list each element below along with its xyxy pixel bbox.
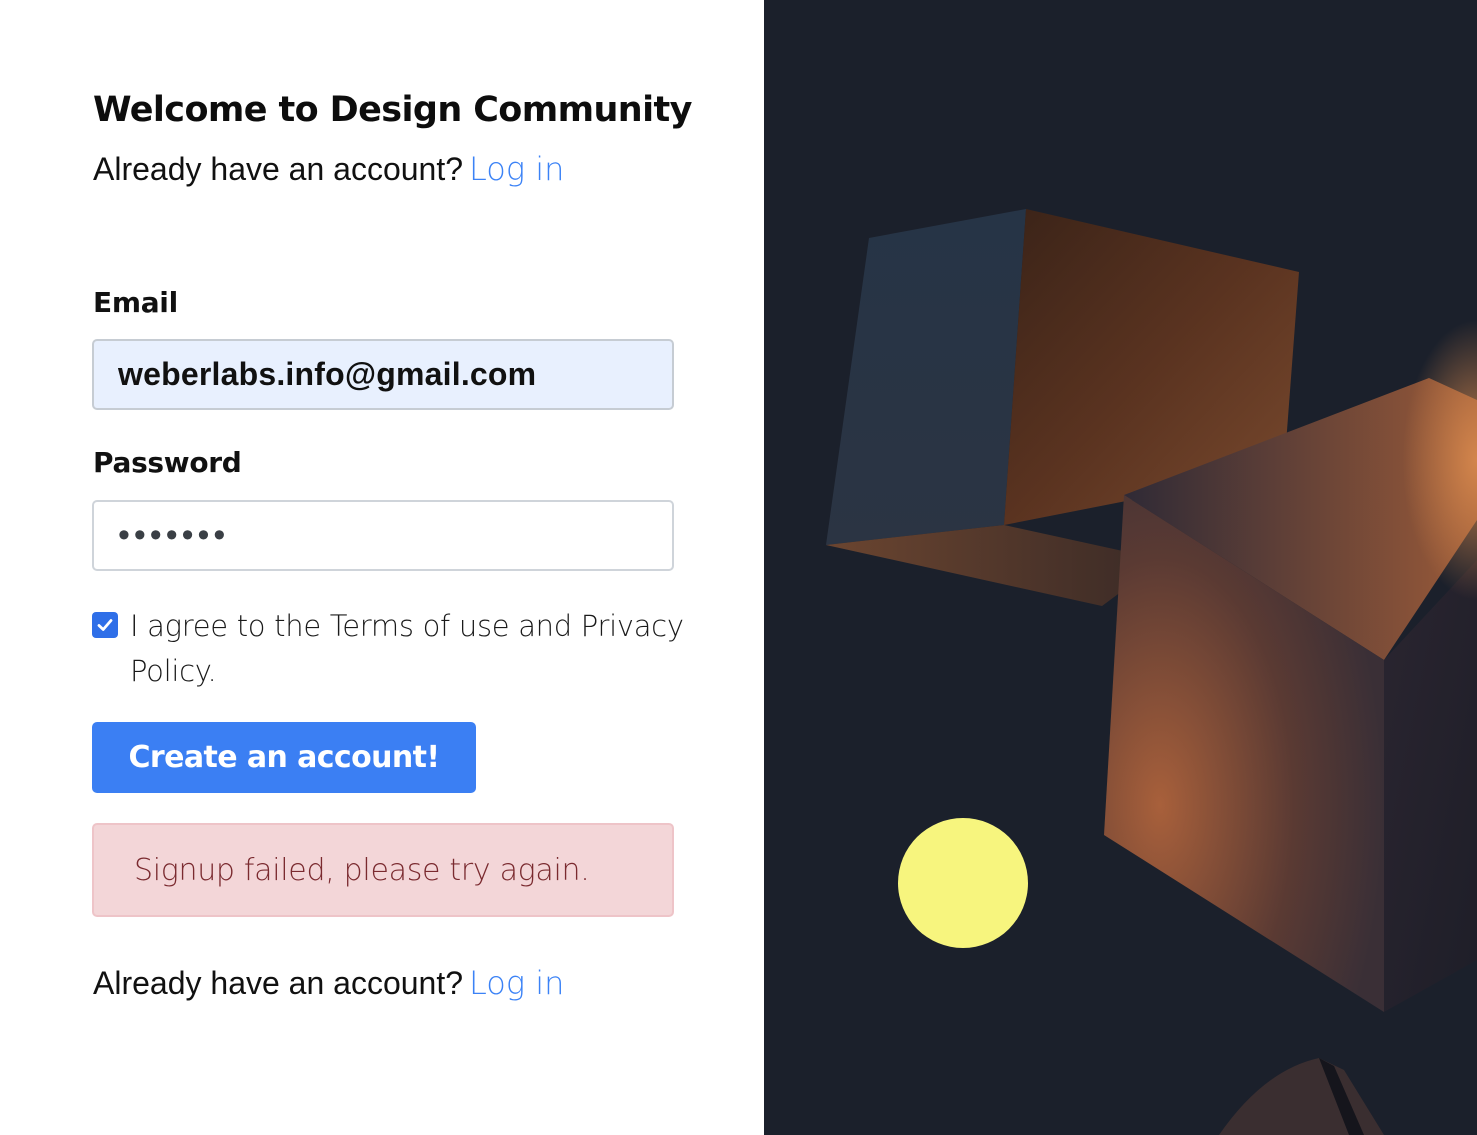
hero-illustration [764, 0, 1477, 1135]
password-field[interactable] [118, 516, 648, 555]
login-link-top[interactable]: Log in [469, 150, 564, 188]
page-title: Welcome to Design Community [93, 90, 692, 130]
login-prompt-top: Already have an account? Log in [93, 150, 564, 188]
signup-page: Welcome to Design Community Already have… [0, 0, 1477, 1135]
login-prompt-text: Already have an account? [93, 965, 464, 1001]
email-field-wrapper [92, 339, 674, 410]
email-field[interactable] [118, 356, 648, 393]
password-label: Password [93, 446, 242, 479]
password-field-wrapper [92, 500, 674, 571]
error-alert: Signup failed, please try again. [92, 823, 674, 917]
signup-form-panel: Welcome to Design Community Already have… [0, 0, 764, 1135]
email-label: Email [93, 286, 178, 319]
terms-label: I agree to the Terms of use and Privacy … [130, 609, 684, 688]
login-prompt-bottom: Already have an account? Log in [93, 964, 564, 1002]
error-message: Signup failed, please try again. [134, 852, 590, 888]
checkmark-icon [97, 619, 113, 631]
abstract-3d-cubes-illustration [764, 0, 1477, 1135]
create-account-button[interactable]: Create an account! [92, 722, 476, 793]
login-link-bottom[interactable]: Log in [469, 964, 564, 1002]
terms-row: I agree to the Terms of use and Privacy … [92, 604, 692, 694]
login-prompt-text: Already have an account? [93, 151, 464, 187]
terms-checkbox[interactable] [92, 612, 118, 638]
